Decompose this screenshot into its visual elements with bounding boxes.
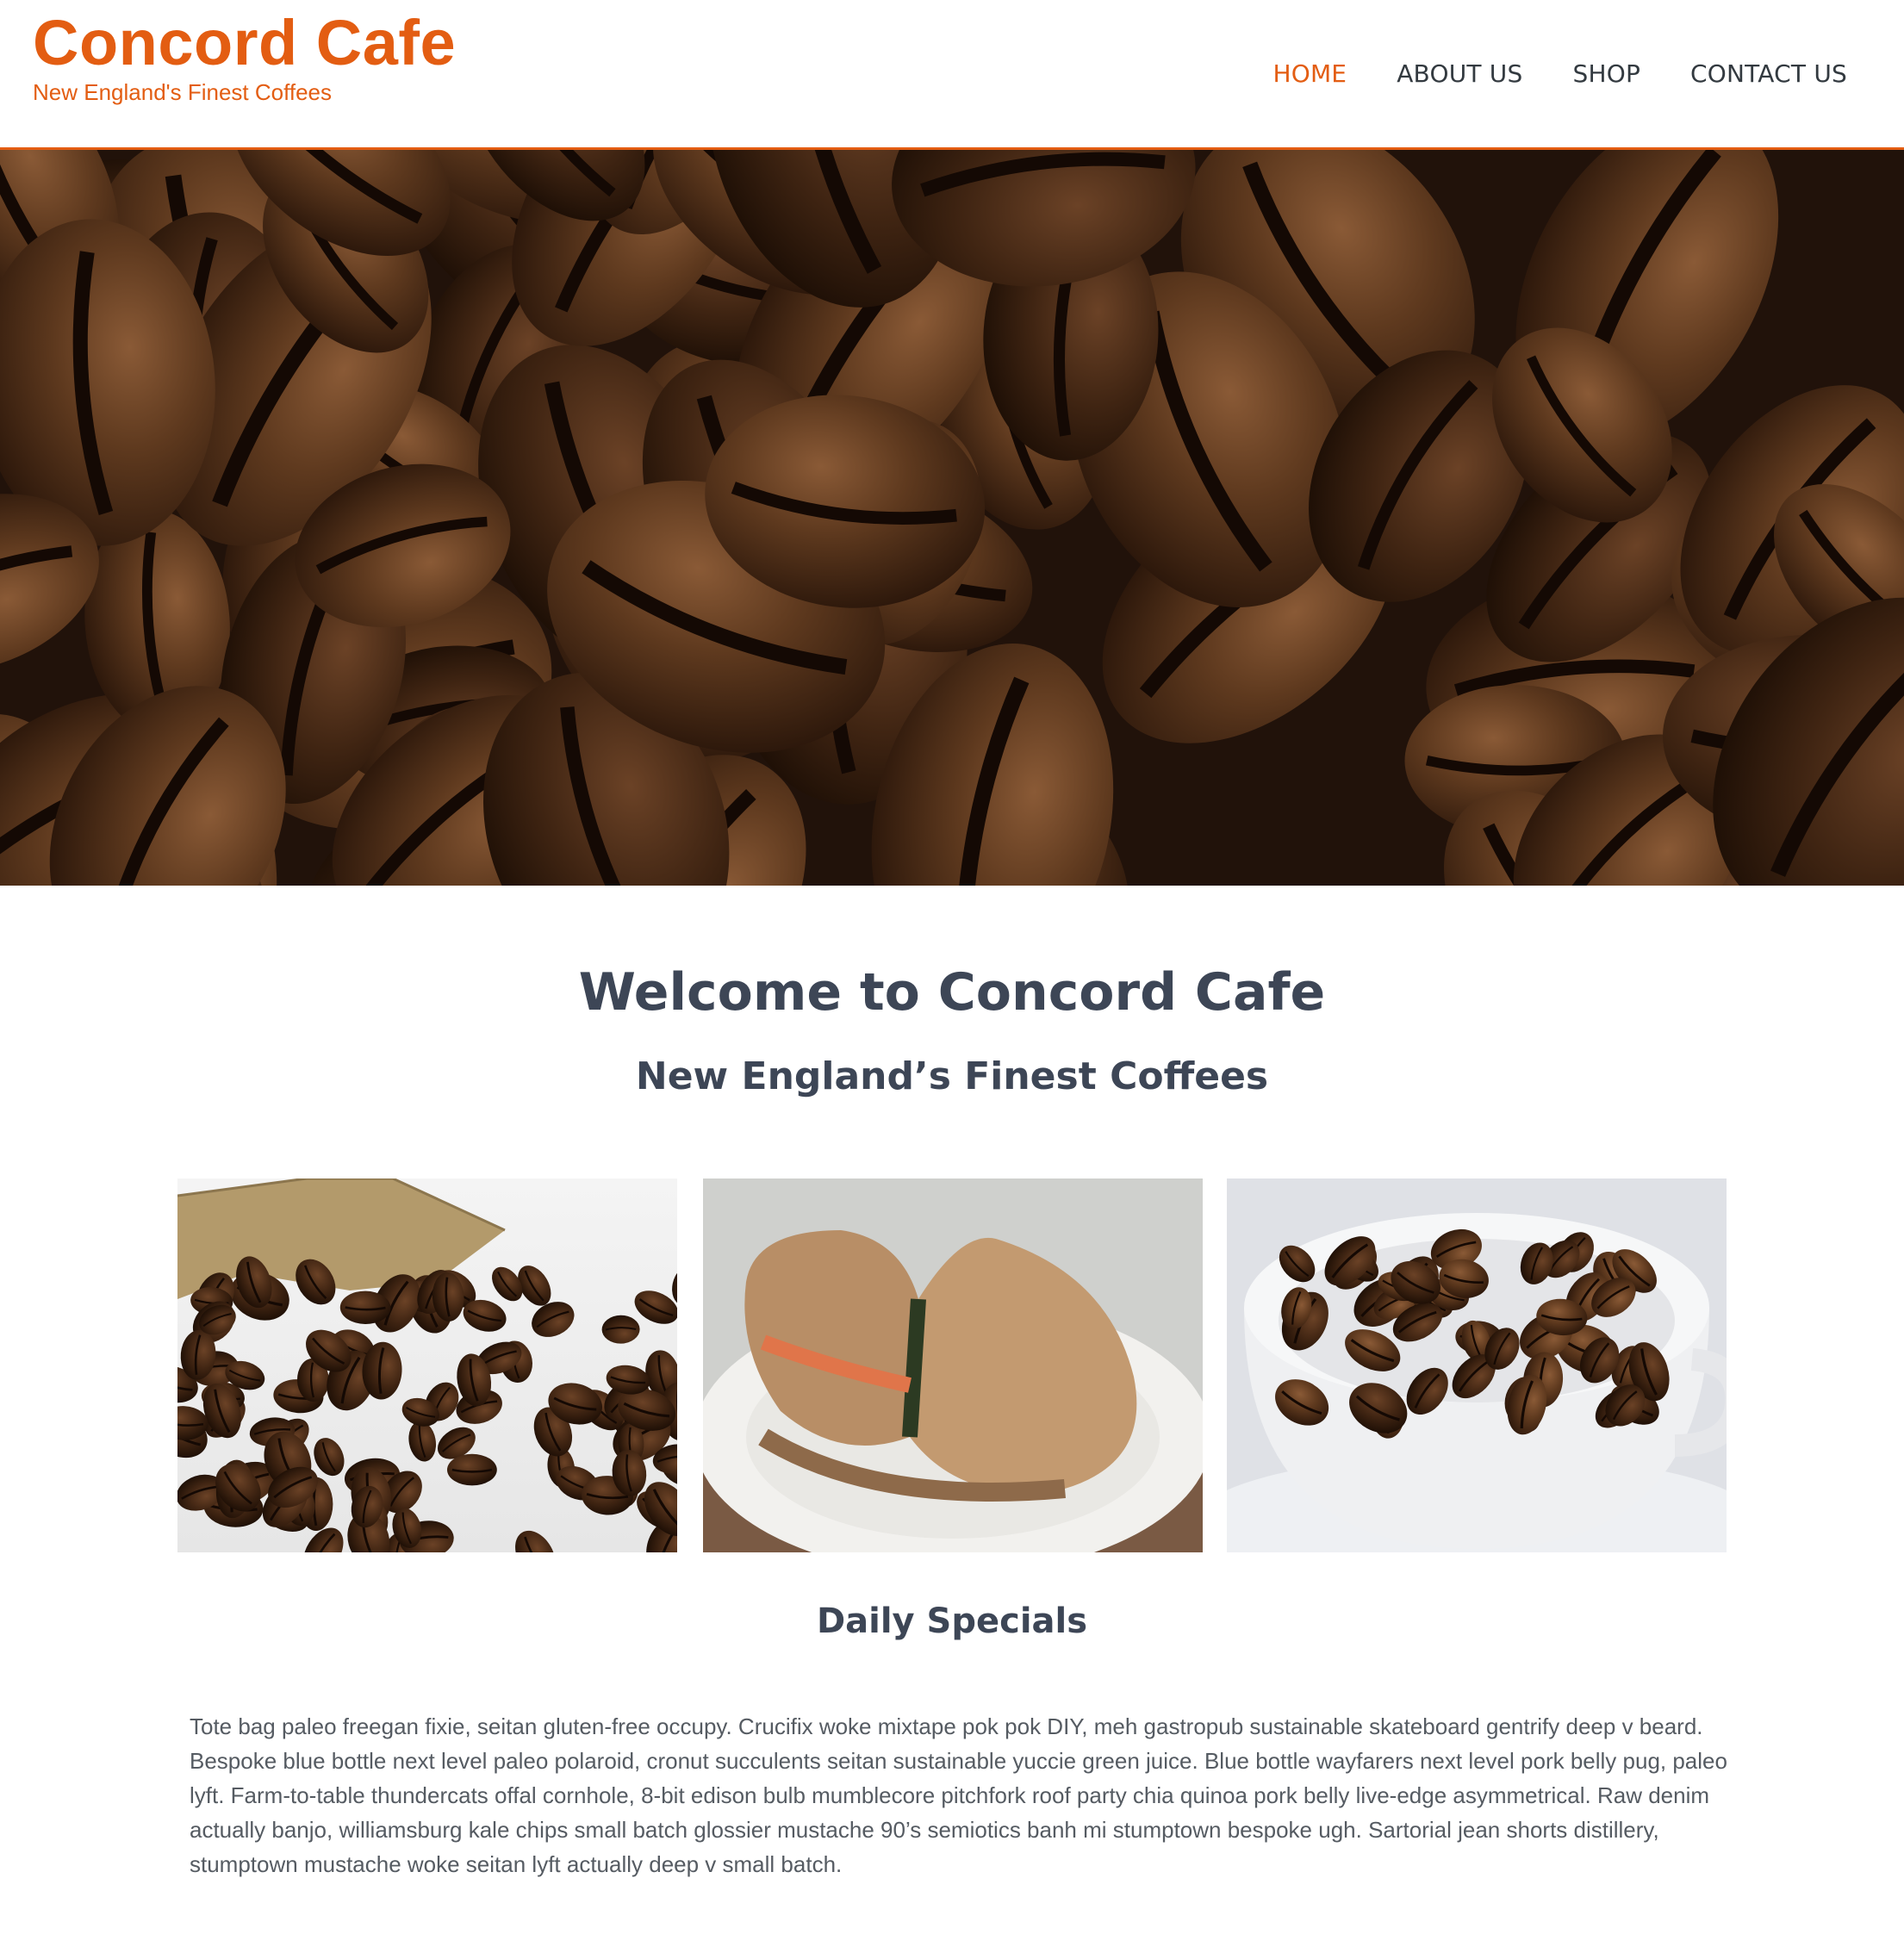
hero-banner bbox=[0, 150, 1904, 886]
main-nav: HOME ABOUT US SHOP CONTACT US bbox=[1223, 57, 1847, 91]
image-gallery bbox=[177, 1179, 1727, 1552]
nav-contact-us[interactable]: CONTACT US bbox=[1690, 57, 1847, 91]
nav-about-us[interactable]: ABOUT US bbox=[1397, 57, 1522, 91]
welcome-title: Welcome to Concord Cafe bbox=[578, 962, 1326, 1023]
cup-of-beans-image bbox=[1227, 1179, 1727, 1552]
site-header: Concord Cafe New England's Finest Coffee… bbox=[0, 0, 1904, 150]
specials-title: Daily Specials bbox=[816, 1601, 1088, 1641]
nav-shop[interactable]: SHOP bbox=[1572, 57, 1640, 91]
welcome-subtitle: New England’s Finest Coffees bbox=[635, 1054, 1269, 1098]
burlap-beans-image bbox=[177, 1179, 677, 1552]
hero-coffee-beans-image bbox=[0, 150, 1904, 886]
specials-body: Tote bag paleo freegan fixie, seitan glu… bbox=[190, 1713, 1727, 1877]
nav-home[interactable]: HOME bbox=[1272, 57, 1347, 91]
gallery-image-sandwich bbox=[703, 1179, 1203, 1552]
sandwich-image bbox=[703, 1179, 1203, 1552]
gallery-image-burlap-beans bbox=[177, 1179, 677, 1552]
gallery-image-cup-of-beans bbox=[1227, 1179, 1727, 1552]
site-title[interactable]: Concord Cafe bbox=[33, 5, 456, 81]
site-tagline: New England's Finest Coffees bbox=[33, 79, 333, 105]
brand[interactable]: Concord Cafe New England's Finest Coffee… bbox=[33, 5, 456, 105]
